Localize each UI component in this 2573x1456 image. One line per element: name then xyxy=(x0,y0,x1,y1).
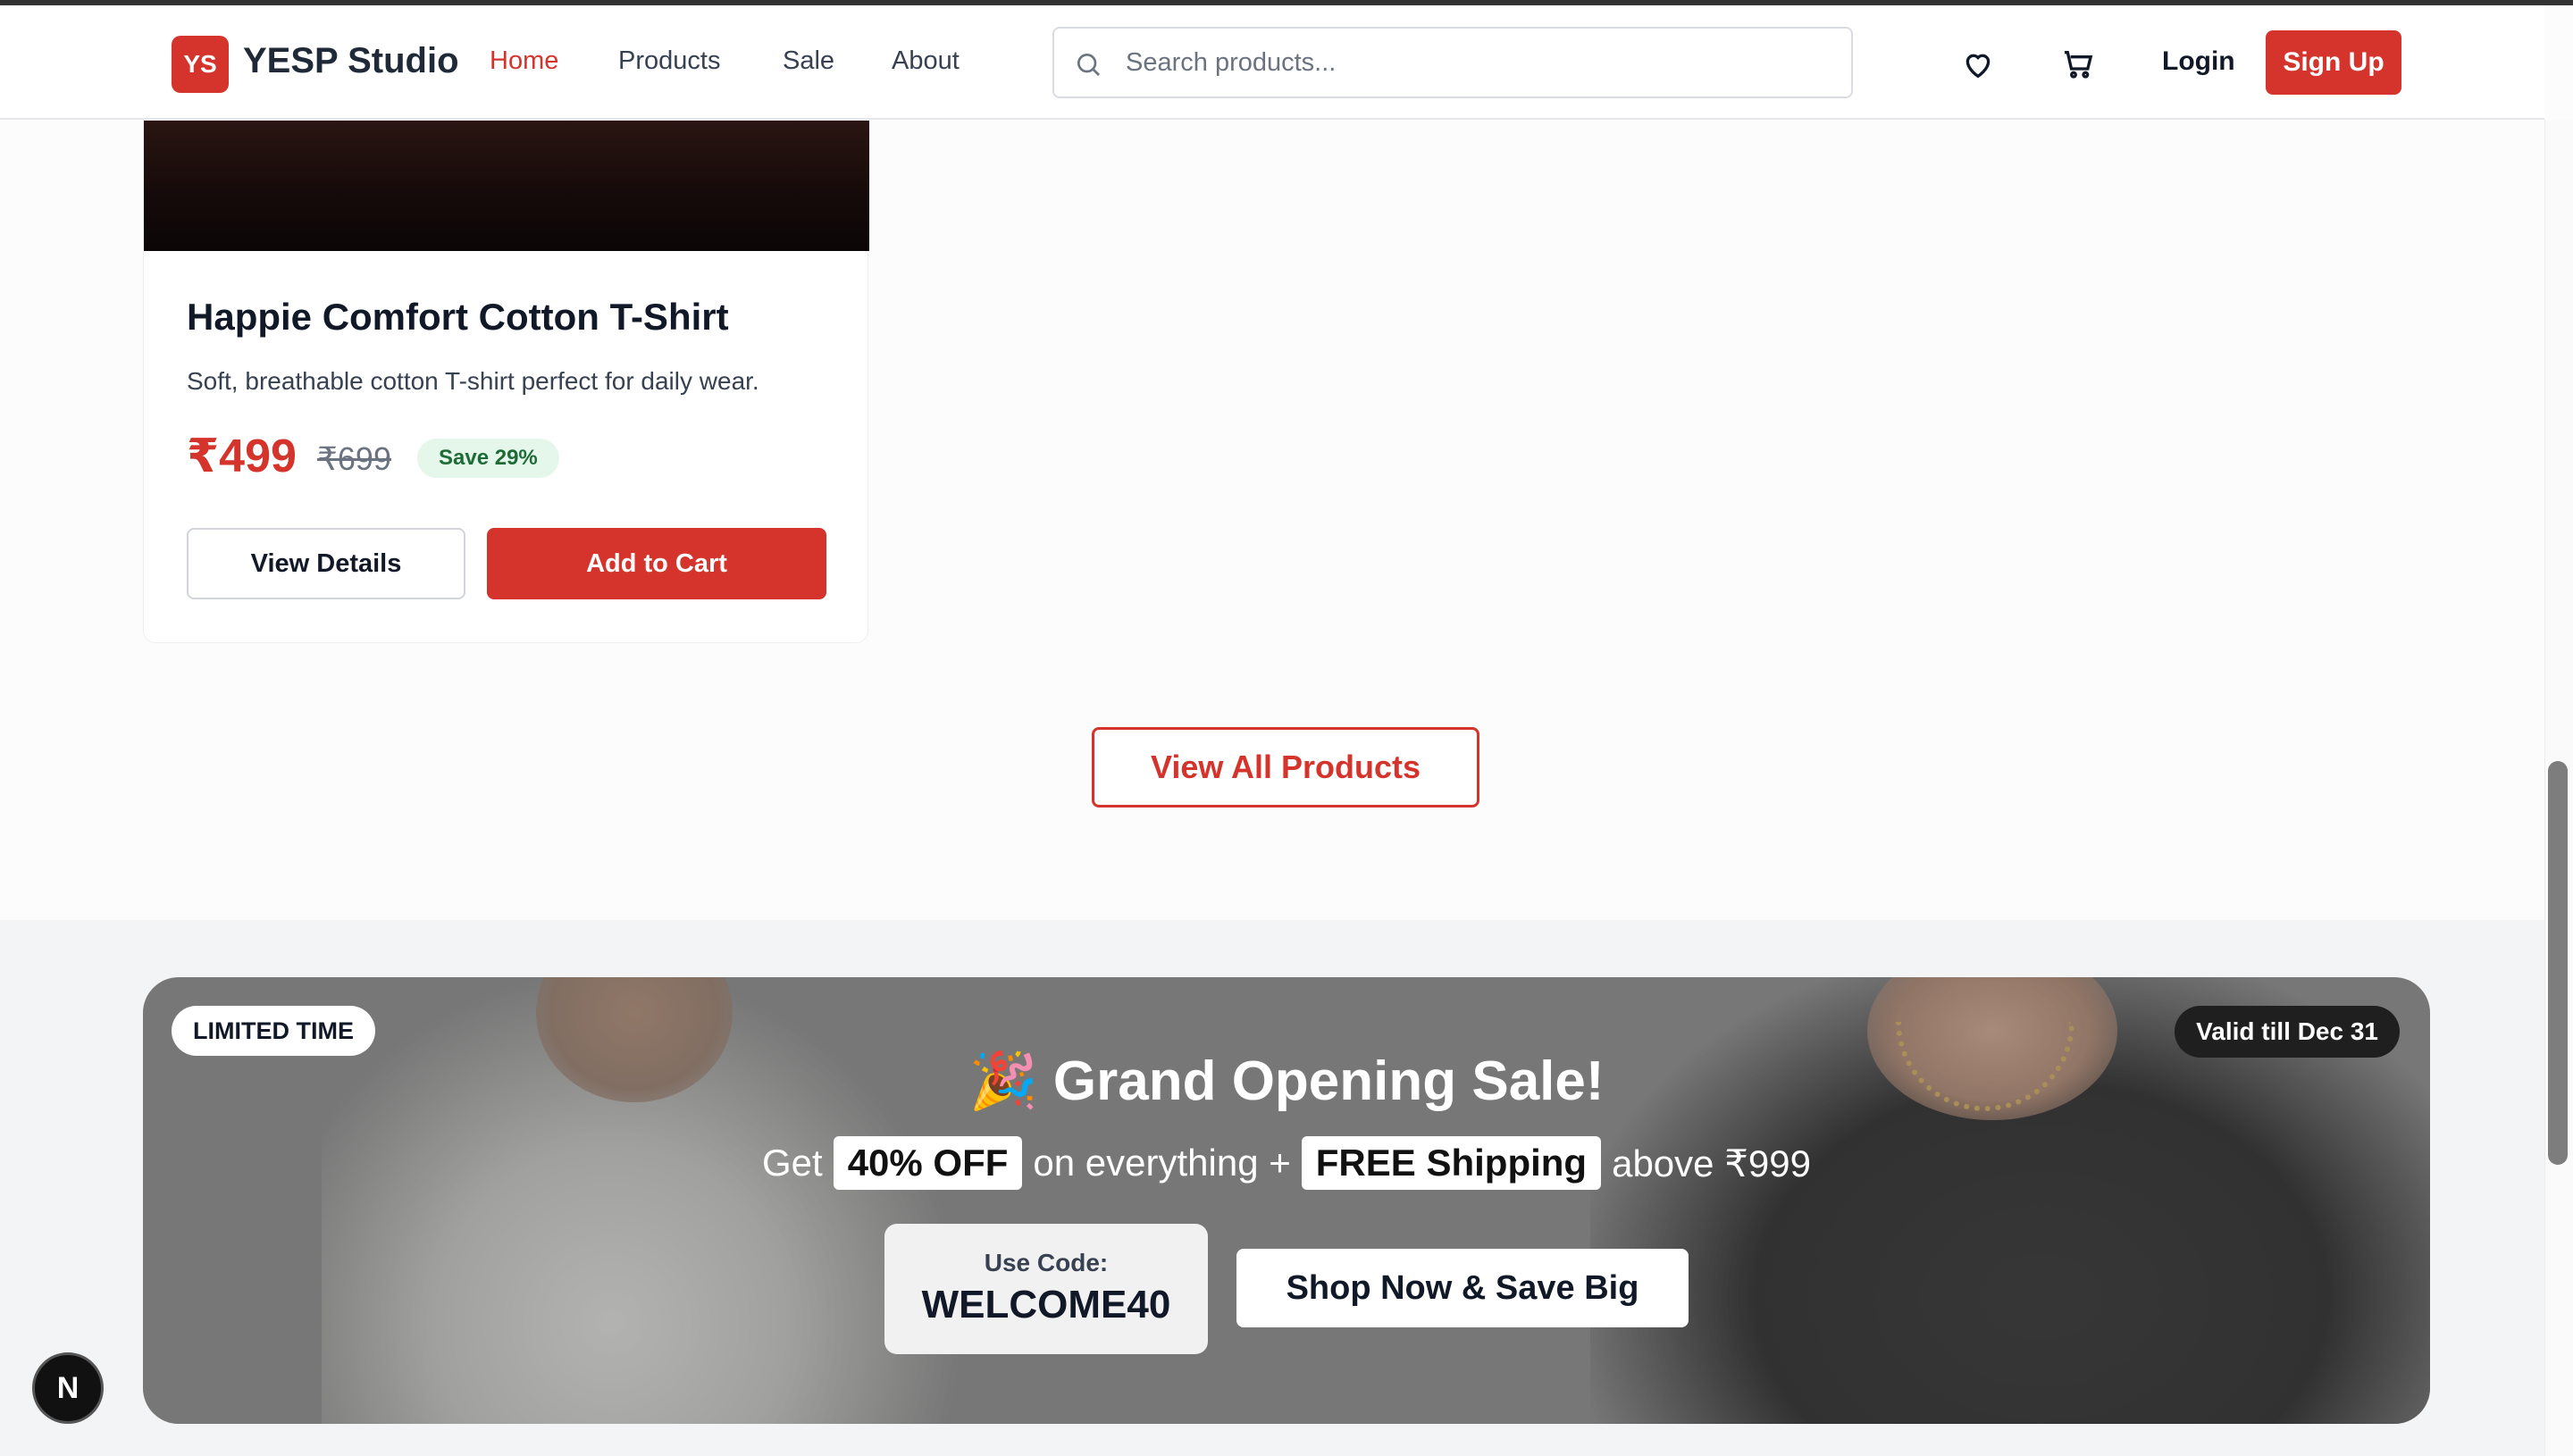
site-header: YS YESP Studio Home Products Sale About … xyxy=(0,5,2544,120)
login-link[interactable]: Login xyxy=(2162,46,2235,77)
search-icon xyxy=(1077,54,1100,76)
promo-code-label: Use Code: xyxy=(984,1249,1109,1276)
shop-now-button[interactable]: Shop Now & Save Big xyxy=(1236,1249,1689,1327)
banner-overlay xyxy=(143,977,2430,1424)
nav-sale[interactable]: Sale xyxy=(783,46,834,76)
save-badge: Save 29% xyxy=(417,439,559,478)
logo-icon[interactable]: YS xyxy=(172,36,229,93)
signup-button[interactable]: Sign Up xyxy=(2266,30,2401,95)
offer-get-text: Get xyxy=(761,1142,823,1184)
sale-title: 🎉 Grand Opening Sale! xyxy=(968,1050,1605,1112)
dev-tools-badge[interactable]: N xyxy=(32,1352,104,1424)
promo-code-box[interactable]: Use Code: WELCOME40 xyxy=(884,1224,1208,1354)
discount-highlight: 40% OFF xyxy=(833,1136,1023,1190)
cart-icon[interactable] xyxy=(2060,46,2096,82)
add-to-cart-button[interactable]: Add to Cart xyxy=(487,528,826,599)
view-all-products-button[interactable]: View All Products xyxy=(1092,727,1479,807)
nav-products[interactable]: Products xyxy=(618,46,720,76)
sale-offer-line: Get 40% OFF on everything + FREE Shippin… xyxy=(143,1136,2430,1190)
heart-icon[interactable] xyxy=(1960,46,1996,82)
product-title[interactable]: Happie Comfort Cotton T-Shirt xyxy=(187,296,729,339)
product-description: Soft, breathable cotton T-shirt perfect … xyxy=(187,367,759,395)
promo-code[interactable]: WELCOME40 xyxy=(884,1283,1208,1327)
product-card: Happie Comfort Cotton T-Shirt Soft, brea… xyxy=(143,120,869,643)
brand-name[interactable]: YESP Studio xyxy=(243,41,459,81)
product-price: ₹499 xyxy=(187,431,297,482)
nav-home[interactable]: Home xyxy=(490,46,558,76)
view-details-button[interactable]: View Details xyxy=(187,528,465,599)
free-shipping-highlight: FREE Shipping xyxy=(1301,1136,1602,1190)
search-bar[interactable] xyxy=(1052,27,1853,98)
offer-end-text: above ₹999 xyxy=(1612,1142,1811,1184)
product-image[interactable] xyxy=(144,121,869,251)
offer-mid-text: on everything + xyxy=(1033,1142,1291,1184)
promo-banner: LIMITED TIME Valid till Dec 31 🎉 Grand O… xyxy=(143,977,2430,1424)
search-input[interactable] xyxy=(1126,41,1823,84)
scrollbar-thumb[interactable] xyxy=(2548,761,2568,1165)
product-original-price: ₹699 xyxy=(317,440,391,477)
nav-about[interactable]: About xyxy=(892,46,960,76)
